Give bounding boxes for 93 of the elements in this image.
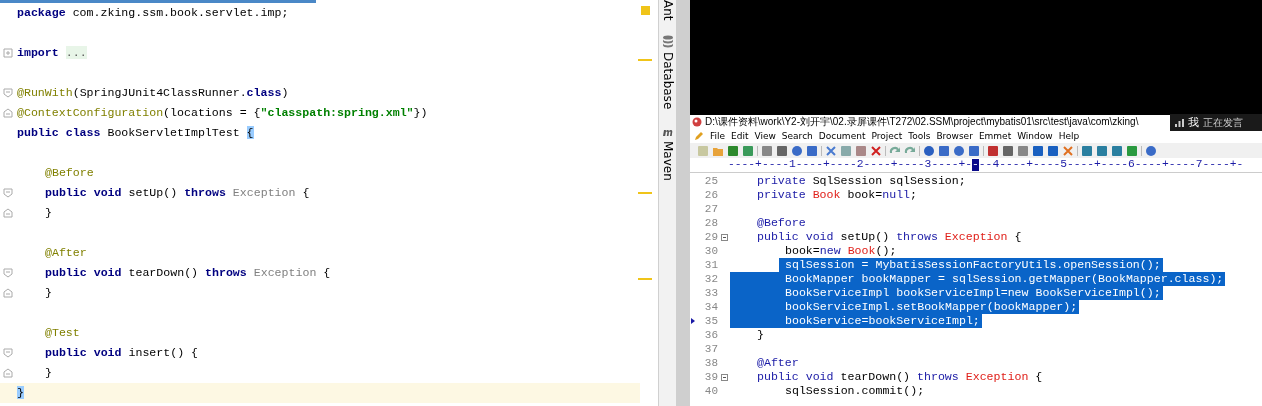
line-number: 34 bbox=[703, 301, 718, 313]
toolbar-icon[interactable] bbox=[967, 143, 981, 158]
toolbar-icon[interactable] bbox=[1095, 143, 1109, 158]
window-title: D:\课件资料\work\Y2-刘开宇\02.录屏课件\T272\02.SSM\project\mybatis01\src\test\java\com\zking\ bbox=[705, 117, 1139, 127]
code-line: sqlSession.commit(); bbox=[784, 384, 925, 398]
toolbar-icon[interactable] bbox=[824, 143, 838, 158]
toolbar-icon[interactable] bbox=[805, 143, 819, 158]
menu-item[interactable]: Window bbox=[1017, 131, 1053, 141]
toolbar-icon[interactable] bbox=[937, 143, 951, 158]
code-line: @Before bbox=[756, 216, 806, 230]
warning-stripe bbox=[638, 59, 652, 61]
toolbar-icon[interactable] bbox=[741, 143, 755, 158]
code-line: } bbox=[44, 205, 52, 222]
speaker-name: 我 bbox=[1188, 117, 1199, 128]
code-line: book=new Book(); bbox=[784, 244, 897, 258]
tool-window-tab[interactable]: Ant bbox=[661, 0, 674, 21]
code-line: import ... bbox=[17, 45, 87, 62]
fold-icon[interactable] bbox=[720, 373, 728, 381]
line-number: 38 bbox=[703, 357, 718, 369]
line-number: 32 bbox=[703, 273, 718, 285]
line-number: 36 bbox=[703, 329, 718, 341]
code-line: public void tearDown() throws Exception { bbox=[44, 265, 331, 282]
line-number: 37 bbox=[703, 343, 718, 355]
code-line: package com.zking.ssm.book.servlet.imp; bbox=[17, 5, 289, 22]
ruler-scale: --4----+----5----+----6----+----7----+- bbox=[978, 159, 1244, 171]
menu-item[interactable]: Emmet bbox=[978, 131, 1012, 141]
toolbar-icon[interactable] bbox=[1080, 143, 1094, 158]
code-line: public void insert() { bbox=[44, 345, 199, 362]
line-number: 40 bbox=[703, 385, 718, 397]
toolbar-icon[interactable] bbox=[1144, 143, 1158, 158]
toolbar-icon[interactable] bbox=[869, 143, 883, 158]
tool-window-tab[interactable]: Maven bbox=[661, 140, 674, 181]
code-line: } bbox=[756, 328, 764, 342]
toolbar-icon[interactable] bbox=[839, 143, 853, 158]
menu-item[interactable]: Search bbox=[781, 131, 813, 141]
line-number: 30 bbox=[703, 245, 718, 257]
toolbar-icon[interactable] bbox=[1001, 143, 1015, 158]
ruler-cursor: - bbox=[972, 159, 979, 171]
database-icon bbox=[661, 34, 674, 48]
code-line: } bbox=[44, 285, 52, 302]
warning-stripe bbox=[638, 192, 652, 194]
fold-icon[interactable] bbox=[720, 233, 728, 241]
toolbar-icon[interactable] bbox=[760, 143, 774, 158]
tool-window-tab[interactable]: Database bbox=[661, 51, 674, 109]
menu-item[interactable]: Document bbox=[818, 131, 866, 141]
code-line: private Book book=null; bbox=[756, 188, 918, 202]
line-number: 25 bbox=[703, 175, 718, 187]
menu-item[interactable]: View bbox=[754, 131, 776, 141]
toolbar-icon[interactable] bbox=[952, 143, 966, 158]
toolbar-icon[interactable] bbox=[726, 143, 740, 158]
code-line: public class BookServletImplTest { bbox=[17, 125, 254, 142]
toolbar-icon[interactable] bbox=[1031, 143, 1045, 158]
line-number: 26 bbox=[703, 189, 718, 201]
menu-item[interactable]: Help bbox=[1058, 131, 1080, 141]
code-line: @After bbox=[756, 356, 799, 370]
code-line: private SqlSession sqlSession; bbox=[756, 174, 966, 188]
line-number: 39 bbox=[703, 371, 718, 383]
menu-item[interactable]: Edit bbox=[731, 131, 749, 141]
toolbar-icon[interactable] bbox=[775, 143, 789, 158]
code-line: public void setUp() throws Exception { bbox=[44, 185, 310, 202]
code-line: } bbox=[44, 365, 52, 382]
line-number: 31 bbox=[703, 259, 718, 271]
code-line: public void tearDown() throws Exception { bbox=[756, 370, 1043, 384]
warning-stripe bbox=[638, 278, 652, 280]
pencil-icon bbox=[694, 131, 704, 141]
code-line: @After bbox=[44, 245, 87, 262]
code-line: public void setUp() throws Exception { bbox=[756, 230, 1022, 244]
menu-item[interactable]: File bbox=[710, 131, 726, 141]
line-number: 33 bbox=[703, 287, 718, 299]
code-line: @ContextConfiguration(locations = {"classpath:spring.xml"}) bbox=[17, 105, 428, 122]
code-line: @Test bbox=[44, 325, 80, 342]
warning-marker bbox=[641, 6, 650, 15]
menu-item[interactable]: Tools bbox=[908, 131, 931, 141]
speaker-status: 正在发言 bbox=[1203, 117, 1243, 128]
code-line: @RunWith(SpringJUnit4ClassRunner.class) bbox=[17, 85, 289, 102]
toolbar-icon[interactable] bbox=[1125, 143, 1139, 158]
toolbar-icon[interactable] bbox=[1016, 143, 1030, 158]
toolbar-icon[interactable] bbox=[922, 143, 936, 158]
line-number: 27 bbox=[703, 203, 718, 215]
menu-item[interactable]: Project bbox=[871, 131, 903, 141]
signal-icon bbox=[1175, 118, 1184, 127]
toolbar-icon[interactable] bbox=[986, 143, 1000, 158]
menu-item[interactable]: Browser bbox=[936, 131, 973, 141]
line-number: 35 bbox=[703, 315, 718, 327]
code-line: @Before bbox=[44, 165, 94, 182]
toolbar-icon[interactable] bbox=[790, 143, 804, 158]
toolbar-icon[interactable] bbox=[1110, 143, 1124, 158]
toolbar-icon[interactable] bbox=[1061, 143, 1075, 158]
line-number: 28 bbox=[703, 217, 718, 229]
toolbar-icon[interactable] bbox=[1046, 143, 1060, 158]
ruler-scale: ----+----1----+----2----+----3----+- bbox=[728, 159, 973, 171]
toolbar-icon[interactable] bbox=[854, 143, 868, 158]
line-number: 29 bbox=[703, 231, 718, 243]
